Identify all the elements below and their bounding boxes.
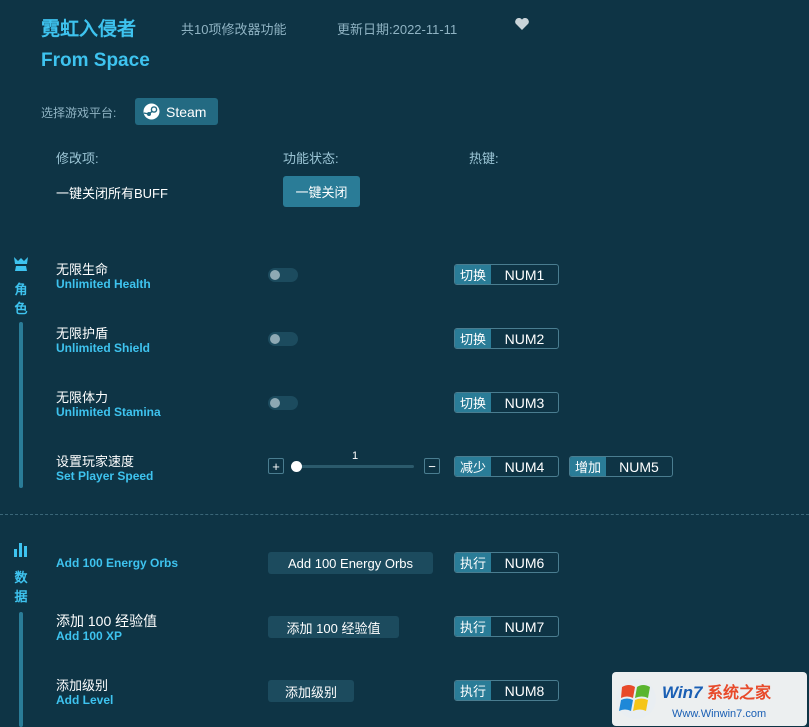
game-title-en: From Space: [41, 50, 150, 71]
section-label-data: 数 据: [13, 568, 29, 606]
hotkey-num3[interactable]: 切换 NUM3: [454, 392, 559, 413]
row-label-cn: 无限护盾: [56, 326, 109, 341]
section-char: 色: [14, 301, 28, 316]
speed-decrease-button[interactable]: −: [424, 458, 440, 474]
game-title-cn: 霓虹入侵者: [41, 19, 137, 40]
row-label-en: Unlimited Health: [56, 277, 151, 291]
row-label-en: Add 100 Energy Orbs: [56, 556, 179, 570]
row-label-cn: 添加 100 经验值: [56, 613, 158, 629]
row-label-cn: 无限体力: [56, 390, 109, 405]
hotkey-num2[interactable]: 切换 NUM2: [454, 328, 559, 349]
disable-all-buff-label: 一键关闭所有BUFF: [56, 186, 168, 201]
row-label-en: Unlimited Stamina: [56, 405, 161, 419]
section-char: 角: [14, 282, 28, 297]
speed-slider-value: 1: [352, 450, 359, 462]
svg-text:Www.Winwin7.com: Www.Winwin7.com: [672, 708, 766, 720]
section-label-character: 角 色: [13, 280, 29, 318]
row-label-cn: 无限生命: [56, 262, 109, 277]
row-label-cn: 添加级别: [56, 678, 109, 693]
row-label-en: Add Level: [56, 693, 114, 707]
svg-text:系统之家: 系统之家: [707, 683, 772, 702]
hotkey-label: 切换: [455, 393, 492, 412]
feature-count: 共10项修改器功能: [181, 22, 287, 37]
hotkey-label: 减少: [455, 457, 492, 476]
steam-platform-button[interactable]: Steam: [135, 98, 218, 125]
section-char: 据: [14, 589, 28, 604]
hotkey-num4[interactable]: 减少 NUM4: [454, 456, 559, 477]
row-label-en: Set Player Speed: [56, 469, 154, 483]
hotkey-num8[interactable]: 执行 NUM8: [454, 680, 559, 701]
row-label-cn: 设置玩家速度: [56, 454, 135, 469]
favorite-heart-icon[interactable]: [514, 17, 530, 36]
hotkey-label: 执行: [455, 681, 492, 700]
platform-label: 选择游戏平台:: [41, 106, 117, 120]
column-header-status: 功能状态:: [283, 151, 339, 166]
hotkey-label: 切换: [455, 329, 492, 348]
hotkey-key: NUM4: [504, 458, 545, 475]
row-label-en: Unlimited Shield: [56, 341, 151, 355]
stats-bar-chart-icon: [12, 541, 30, 562]
update-date: 更新日期:2022-11-11: [337, 22, 458, 37]
character-icon: [12, 256, 30, 277]
svg-text:Win7: Win7: [662, 683, 704, 702]
section-bar-data: [19, 612, 23, 727]
hotkey-num5[interactable]: 增加 NUM5: [569, 456, 673, 477]
hotkey-label: 切换: [455, 265, 492, 284]
add-energy-orbs-button[interactable]: Add 100 Energy Orbs: [268, 552, 433, 574]
hotkey-num6[interactable]: 执行 NUM6: [454, 552, 559, 573]
hotkey-key: NUM2: [504, 330, 545, 347]
steam-label: Steam: [166, 103, 207, 120]
speed-slider-track[interactable]: [296, 465, 414, 468]
hotkey-key: NUM6: [504, 554, 545, 571]
unlimited-shield-toggle[interactable]: [268, 332, 298, 346]
column-header-hotkey: 热键:: [469, 151, 499, 166]
section-bar-character: [19, 322, 23, 488]
win7-watermark-logo: Win7 系统之家 Www.Winwin7.com: [612, 672, 807, 726]
add-100-xp-button[interactable]: 添加 100 经验值: [268, 616, 399, 638]
unlimited-health-toggle[interactable]: [268, 268, 298, 282]
hotkey-num7[interactable]: 执行 NUM7: [454, 616, 559, 637]
add-level-button[interactable]: 添加级别: [268, 680, 354, 702]
speed-slider-handle[interactable]: [291, 461, 302, 472]
disable-all-button[interactable]: 一键关闭: [283, 176, 360, 207]
hotkey-num1[interactable]: 切换 NUM1: [454, 264, 559, 285]
unlimited-stamina-toggle[interactable]: [268, 396, 298, 410]
hotkey-label: 执行: [455, 553, 492, 572]
hotkey-key: NUM5: [619, 458, 659, 475]
section-char: 数: [14, 570, 28, 585]
row-label-en: Add 100 XP: [56, 629, 123, 643]
speed-increase-button[interactable]: +: [268, 458, 284, 474]
hotkey-label: 执行: [455, 617, 492, 636]
hotkey-label: 增加: [570, 457, 607, 476]
hotkey-key: NUM7: [504, 618, 545, 635]
section-divider: [0, 514, 809, 515]
hotkey-key: NUM8: [504, 682, 545, 699]
hotkey-key: NUM3: [504, 394, 545, 411]
steam-icon: [143, 103, 160, 120]
column-header-item: 修改项:: [56, 151, 99, 166]
hotkey-key: NUM1: [504, 266, 545, 283]
